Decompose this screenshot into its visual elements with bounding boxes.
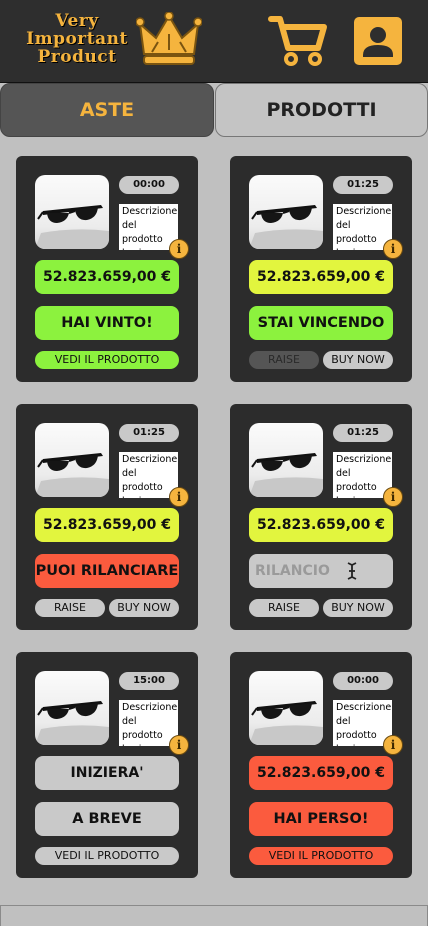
timer-badge: 00:00: [333, 672, 393, 690]
soon-label: A BREVE: [35, 802, 179, 836]
view-product-button[interactable]: VEDI IL PRODOTTO: [249, 847, 393, 865]
cart-button[interactable]: [268, 14, 328, 68]
buy-now-button[interactable]: BUY NOW: [323, 351, 393, 369]
auction-card: 01:25 Descrizione del prodotto basica i …: [230, 404, 412, 630]
cart-icon: [268, 16, 327, 66]
view-product-button[interactable]: VEDI IL PRODOTTO: [35, 351, 179, 369]
product-description: Descrizione del prodotto basica: [333, 700, 392, 746]
bottom-divider-left: [0, 905, 1, 926]
info-icon[interactable]: i: [169, 487, 189, 507]
auction-card: 00:00 Descrizione del prodotto basica i …: [16, 156, 198, 382]
user-icon: [363, 27, 393, 57]
price-display: 52.823.659,00 €: [249, 756, 393, 790]
bid-input-placeholder: RILANCIO: [255, 563, 330, 579]
profile-button[interactable]: [354, 17, 402, 65]
product-image[interactable]: [249, 423, 323, 497]
logo-line-3: Product: [37, 47, 117, 67]
price-display: 52.823.659,00 €: [35, 508, 179, 542]
view-product-button[interactable]: VEDI IL PRODOTTO: [35, 847, 179, 865]
status-button[interactable]: HAI PERSO!: [249, 802, 393, 836]
timer-badge: 01:25: [119, 424, 179, 442]
auction-card: 01:25 Descrizione del prodotto basica i …: [16, 404, 198, 630]
raise-button[interactable]: RAISE: [249, 351, 319, 369]
timer-badge: 00:00: [119, 176, 179, 194]
info-icon[interactable]: i: [383, 239, 403, 259]
logo-line-1: Very: [55, 11, 99, 31]
info-icon[interactable]: i: [383, 735, 403, 755]
sunglasses-icon: [35, 205, 109, 249]
product-description: Descrizione del prodotto basica: [333, 452, 392, 498]
bid-input[interactable]: RILANCIO: [249, 554, 393, 588]
buy-now-button[interactable]: BUY NOW: [109, 599, 179, 617]
tab-prodotti[interactable]: PRODOTTI: [215, 83, 428, 137]
crown-icon: [136, 12, 202, 65]
status-button[interactable]: PUOI RILANCIARE: [35, 554, 179, 588]
starts-label: INIZIERA': [35, 756, 179, 790]
bottom-divider: [0, 905, 428, 906]
raise-button[interactable]: RAISE: [249, 599, 319, 617]
auction-card: 00:00 Descrizione del prodotto basica i …: [230, 652, 412, 878]
price-display: 52.823.659,00 €: [35, 260, 179, 294]
timer-badge: 01:25: [333, 176, 393, 194]
buy-now-button[interactable]: BUY NOW: [323, 599, 393, 617]
product-image[interactable]: [35, 671, 109, 745]
product-description: Descrizione del prodotto basica: [119, 204, 178, 250]
logo-line-2: Important: [26, 29, 128, 49]
auction-card: 15:00 Descrizione del prodotto basica i …: [16, 652, 198, 878]
product-description: Descrizione del prodotto basica: [333, 204, 392, 250]
product-image[interactable]: [249, 175, 323, 249]
logo-text: Very Important Product: [16, 12, 138, 66]
price-display: 52.823.659,00 €: [249, 260, 393, 294]
text-cursor-icon: [347, 562, 357, 580]
sunglasses-icon: [249, 205, 323, 249]
app-header: Very Important Product: [0, 0, 428, 83]
raise-button[interactable]: RAISE: [35, 599, 105, 617]
auction-card: 01:25 Descrizione del prodotto basica i …: [230, 156, 412, 382]
tab-aste[interactable]: ASTE: [0, 83, 214, 137]
price-display: 52.823.659,00 €: [249, 508, 393, 542]
product-image[interactable]: [249, 671, 323, 745]
sunglasses-icon: [35, 701, 109, 745]
sunglasses-icon: [249, 453, 323, 497]
sunglasses-icon: [35, 453, 109, 497]
status-button[interactable]: STAI VINCENDO: [249, 306, 393, 340]
sunglasses-icon: [249, 701, 323, 745]
info-icon[interactable]: i: [169, 735, 189, 755]
timer-badge: 01:25: [333, 424, 393, 442]
product-description: Descrizione del prodotto basica: [119, 700, 178, 746]
info-icon[interactable]: i: [169, 239, 189, 259]
timer-badge: 15:00: [119, 672, 179, 690]
product-image[interactable]: [35, 175, 109, 249]
status-button[interactable]: HAI VINTO!: [35, 306, 179, 340]
info-icon[interactable]: i: [383, 487, 403, 507]
product-description: Descrizione del prodotto basica: [119, 452, 178, 498]
product-image[interactable]: [35, 423, 109, 497]
logo[interactable]: Very Important Product: [16, 12, 202, 72]
